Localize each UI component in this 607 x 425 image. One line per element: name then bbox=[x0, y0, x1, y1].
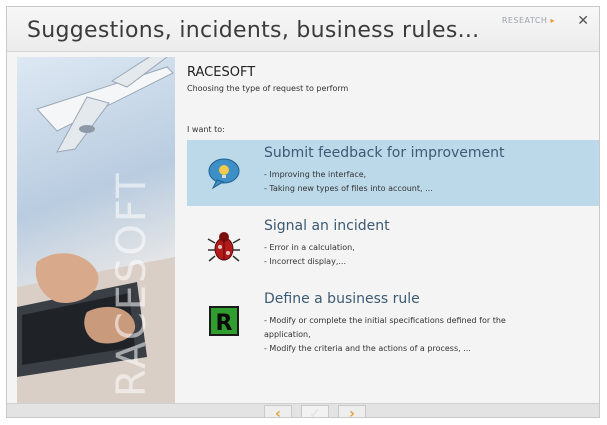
header-section: RACESOFT Choosing the type of request to… bbox=[185, 65, 599, 93]
app-name: RACESOFT bbox=[187, 65, 256, 80]
header-subtitle: Choosing the type of request to perform bbox=[187, 84, 349, 93]
svg-text:R: R bbox=[216, 311, 233, 336]
option-desc-line: - Incorrect display,... bbox=[264, 257, 346, 266]
option-desc-line: - Modify the criteria and the actions of… bbox=[264, 344, 471, 353]
feedback-bubble-icon bbox=[207, 156, 241, 190]
option-signal-incident[interactable]: Signal an incident - Error in a calculat… bbox=[187, 213, 599, 279]
option-desc-line: application, bbox=[264, 330, 311, 339]
rule-r-icon: R bbox=[207, 304, 241, 338]
option-define-business-rule[interactable]: R Define a business rule - Modify or com… bbox=[187, 286, 599, 358]
prompt-label: I want to: bbox=[187, 125, 225, 134]
option-desc-line: - Taking new types of files into account… bbox=[264, 184, 433, 193]
brand-logo: RESEATCH ▸ bbox=[501, 16, 555, 25]
title-bar: Suggestions, incidents, business rules..… bbox=[7, 7, 599, 51]
sidebar-illustration: RACESOFT bbox=[17, 57, 175, 403]
option-desc-line: - Error in a calculation, bbox=[264, 243, 355, 252]
window-title: Suggestions, incidents, business rules..… bbox=[27, 18, 480, 43]
validate-button[interactable]: ✓ bbox=[301, 405, 329, 417]
option-desc-line: - Modify or complete the initial specifi… bbox=[264, 316, 506, 325]
dialog-window: Suggestions, incidents, business rules..… bbox=[6, 6, 600, 418]
close-button[interactable]: ✕ bbox=[577, 13, 589, 29]
option-submit-feedback[interactable]: Submit feedback for improvement - Improv… bbox=[187, 140, 599, 206]
next-button[interactable]: › bbox=[338, 405, 366, 417]
airplane-image bbox=[36, 57, 174, 153]
previous-button[interactable]: ‹ bbox=[264, 405, 292, 417]
sidebar-watermark: RACESOFT bbox=[109, 171, 155, 397]
title-divider bbox=[7, 51, 599, 52]
option-title: Define a business rule bbox=[264, 291, 420, 307]
option-title: Submit feedback for improvement bbox=[264, 145, 505, 161]
option-desc-line: - Improving the interface, bbox=[264, 170, 367, 179]
bug-icon bbox=[207, 229, 241, 263]
option-title: Signal an incident bbox=[264, 218, 390, 234]
